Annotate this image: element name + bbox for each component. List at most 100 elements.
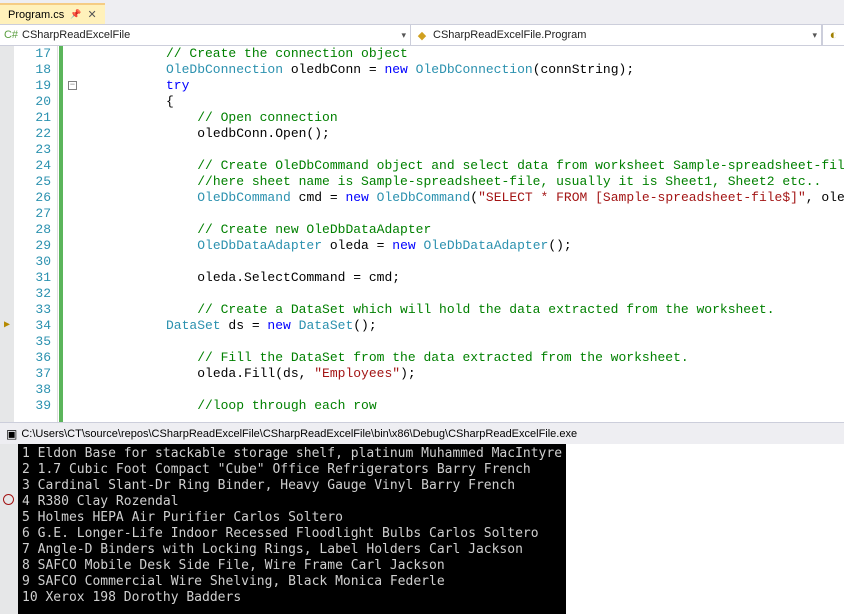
fold-slot[interactable]: [64, 286, 86, 302]
code-line[interactable]: // Open connection: [166, 110, 844, 126]
code-line[interactable]: [166, 142, 844, 158]
code-editor[interactable]: ▶ 17181920212223242526272829303132333435…: [0, 46, 844, 422]
code-token: OleDbConnection: [166, 62, 283, 77]
code-line[interactable]: OleDbConnection oledbConn = new OleDbCon…: [166, 62, 844, 78]
breakpoint-slot[interactable]: [0, 110, 14, 126]
code-line[interactable]: // Create OleDbCommand object and select…: [166, 158, 844, 174]
code-token: // Create new OleDbDataAdapter: [197, 222, 431, 237]
code-line[interactable]: oleda.SelectCommand = cmd;: [166, 270, 844, 286]
code-line[interactable]: [166, 254, 844, 270]
breakpoint-slot[interactable]: [0, 334, 14, 350]
code-line[interactable]: //here sheet name is Sample-spreadsheet-…: [166, 174, 844, 190]
breakpoint-slot[interactable]: [0, 350, 14, 366]
line-number: 37: [14, 366, 51, 382]
outline-column[interactable]: −: [64, 46, 86, 422]
line-number-gutter: 1718192021222324252627282930313233343536…: [14, 46, 58, 422]
breakpoint-slot[interactable]: [0, 254, 14, 270]
code-line[interactable]: oledbConn.Open();: [166, 126, 844, 142]
breakpoint-slot[interactable]: [0, 206, 14, 222]
breakpoint-slot[interactable]: [0, 302, 14, 318]
code-line[interactable]: DataSet ds = new DataSet();: [166, 318, 844, 334]
collapse-icon[interactable]: −: [68, 81, 77, 90]
breakpoint-slot[interactable]: [0, 126, 14, 142]
code-line[interactable]: // Create a DataSet which will hold the …: [166, 302, 844, 318]
code-line[interactable]: oleda.Fill(ds, "Employees");: [166, 366, 844, 382]
fold-slot[interactable]: [64, 238, 86, 254]
code-line[interactable]: [166, 206, 844, 222]
chevron-down-icon[interactable]: ▾: [401, 30, 406, 41]
fold-slot[interactable]: [64, 190, 86, 206]
console-title: C:\Users\CT\source\repos\CSharpReadExcel…: [21, 428, 577, 440]
fold-slot[interactable]: [64, 62, 86, 78]
tab-label: Program.cs: [8, 9, 64, 21]
breakpoint-slot[interactable]: [0, 270, 14, 286]
code-line[interactable]: try: [166, 78, 844, 94]
fold-slot[interactable]: [64, 350, 86, 366]
breakpoint-slot[interactable]: [0, 286, 14, 302]
fold-slot[interactable]: [64, 334, 86, 350]
fold-slot[interactable]: [64, 318, 86, 334]
fold-slot[interactable]: [64, 46, 86, 62]
breakpoint-slot[interactable]: [0, 398, 14, 414]
fold-slot[interactable]: [64, 206, 86, 222]
fold-slot[interactable]: [64, 158, 86, 174]
code-line[interactable]: [166, 382, 844, 398]
breakpoint-slot[interactable]: [0, 94, 14, 110]
fold-slot[interactable]: [64, 222, 86, 238]
breakpoint-slot[interactable]: [0, 78, 14, 94]
namespace-dropdown[interactable]: C# CSharpReadExcelFile ▾: [0, 25, 411, 45]
breakpoint-slot[interactable]: [0, 62, 14, 78]
breakpoint-slot[interactable]: [0, 190, 14, 206]
console-output[interactable]: 1 Eldon Base for stackable storage shelf…: [18, 444, 566, 614]
execution-pointer-icon[interactable]: ▶: [0, 318, 14, 334]
lightbulb-icon[interactable]: ◐: [822, 25, 844, 45]
console-line: 8 SAFCO Mobile Desk Side File, Wire Fram…: [22, 558, 562, 574]
breakpoint-indicator-icon[interactable]: [3, 494, 14, 505]
code-line[interactable]: {: [166, 94, 844, 110]
breakpoint-slot[interactable]: [0, 142, 14, 158]
code-line[interactable]: // Fill the DataSet from the data extrac…: [166, 350, 844, 366]
code-area[interactable]: // Create the connection objectOleDbConn…: [86, 46, 844, 422]
code-token: [291, 318, 299, 333]
code-line[interactable]: OleDbDataAdapter oleda = new OleDbDataAd…: [166, 238, 844, 254]
fold-slot[interactable]: [64, 398, 86, 414]
breakpoint-slot[interactable]: [0, 238, 14, 254]
tab-program-cs[interactable]: Program.cs 📌 ✕: [0, 3, 105, 24]
fold-slot[interactable]: [64, 110, 86, 126]
fold-slot[interactable]: [64, 94, 86, 110]
fold-slot[interactable]: [64, 302, 86, 318]
breakpoint-slot[interactable]: [0, 222, 14, 238]
line-number: 32: [14, 286, 51, 302]
pin-icon[interactable]: 📌: [70, 9, 81, 20]
code-line[interactable]: OleDbCommand cmd = new OleDbCommand("SEL…: [166, 190, 844, 206]
code-token: [369, 190, 377, 205]
fold-slot[interactable]: [64, 382, 86, 398]
class-dropdown[interactable]: ◆ CSharpReadExcelFile.Program ▾: [411, 25, 822, 45]
code-token: cmd =: [291, 190, 346, 205]
code-token: // Create OleDbCommand object and select…: [197, 158, 844, 173]
chevron-down-icon[interactable]: ▾: [812, 30, 817, 41]
code-token: //loop through each row: [197, 398, 376, 413]
breakpoint-slot[interactable]: [0, 382, 14, 398]
code-line[interactable]: // Create new OleDbDataAdapter: [166, 222, 844, 238]
code-line[interactable]: [166, 286, 844, 302]
breakpoint-slot[interactable]: [0, 174, 14, 190]
breakpoint-gutter[interactable]: ▶: [0, 46, 14, 422]
code-token: OleDbConnection: [416, 62, 533, 77]
fold-slot[interactable]: [64, 174, 86, 190]
close-icon[interactable]: ✕: [87, 8, 96, 21]
fold-slot[interactable]: [64, 254, 86, 270]
fold-slot[interactable]: [64, 270, 86, 286]
console-line: 9 SAFCO Commercial Wire Shelving, Black …: [22, 574, 562, 590]
code-line[interactable]: // Create the connection object: [166, 46, 844, 62]
fold-slot[interactable]: [64, 366, 86, 382]
code-line[interactable]: [166, 334, 844, 350]
console-line: 7 Angle-D Binders with Locking Rings, La…: [22, 542, 562, 558]
code-line[interactable]: //loop through each row: [166, 398, 844, 414]
fold-slot[interactable]: [64, 126, 86, 142]
breakpoint-slot[interactable]: [0, 366, 14, 382]
breakpoint-slot[interactable]: [0, 158, 14, 174]
fold-slot[interactable]: [64, 142, 86, 158]
breakpoint-slot[interactable]: [0, 46, 14, 62]
console-title-bar: ▣ C:\Users\CT\source\repos\CSharpReadExc…: [0, 422, 844, 444]
